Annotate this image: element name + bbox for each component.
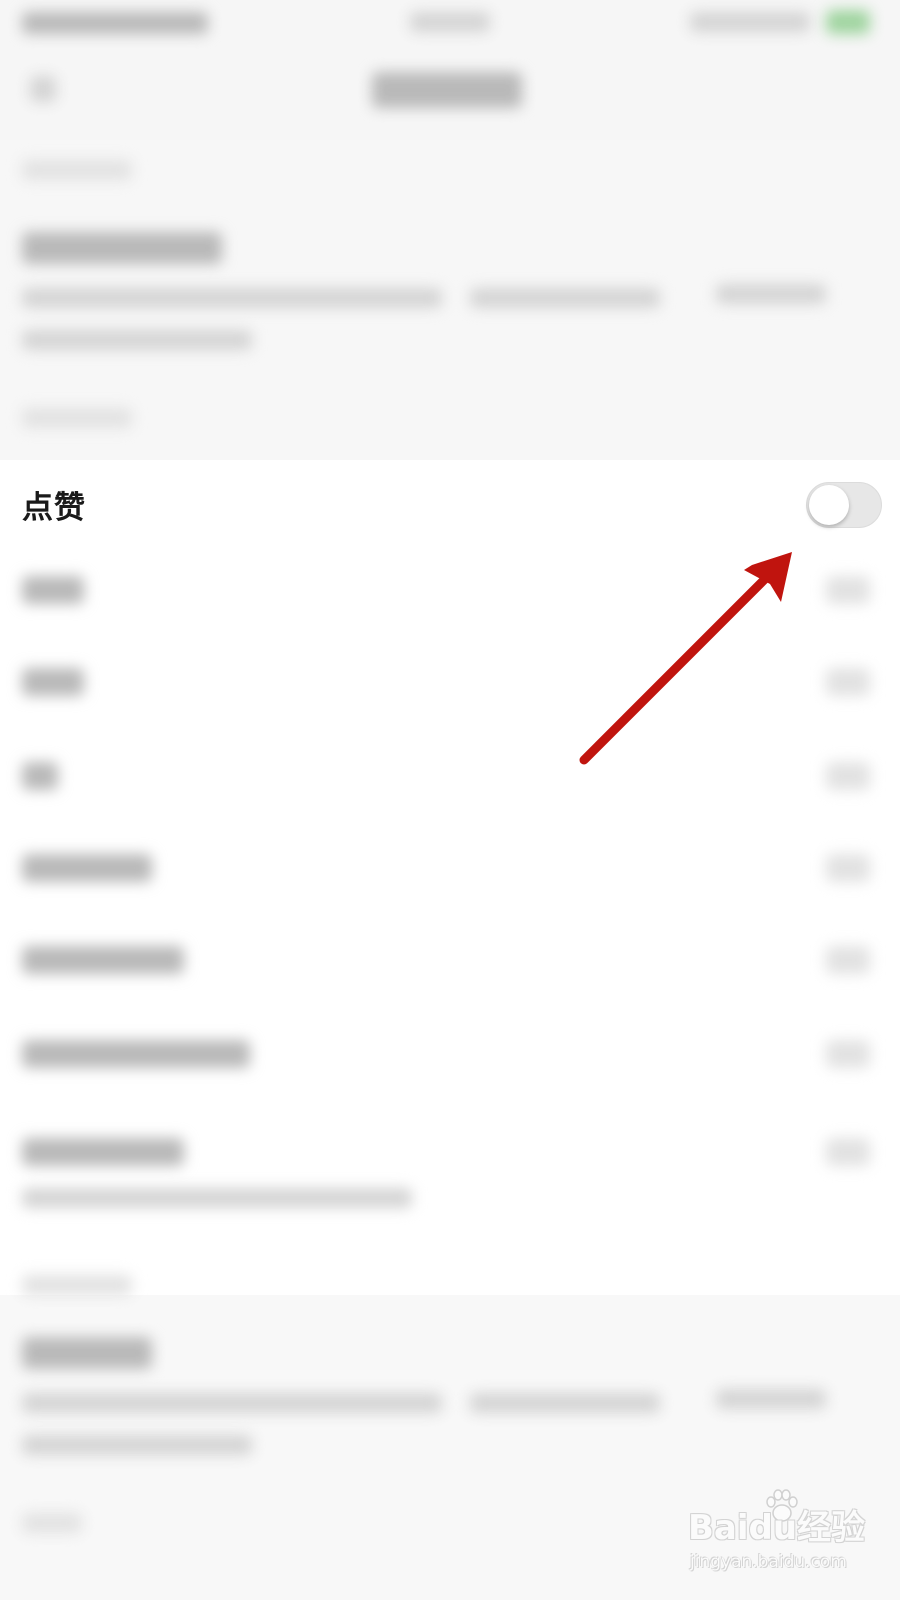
toggle-knob <box>809 485 849 525</box>
status-bar <box>0 0 900 48</box>
watermark-brand: Baidu经验 <box>688 1508 866 1548</box>
nav-bar <box>0 48 900 140</box>
page-title <box>372 72 522 108</box>
like-toggle[interactable] <box>806 482 882 528</box>
like-setting-row[interactable]: 点赞 <box>0 460 900 548</box>
like-label: 点赞 <box>22 490 86 526</box>
baidu-jingyan-watermark: Baidu经验 jingyan.baidu.com <box>688 1489 868 1590</box>
watermark-url: jingyan.baidu.com <box>690 1552 847 1572</box>
back-icon[interactable] <box>30 76 56 102</box>
settings-top-section <box>0 140 900 460</box>
